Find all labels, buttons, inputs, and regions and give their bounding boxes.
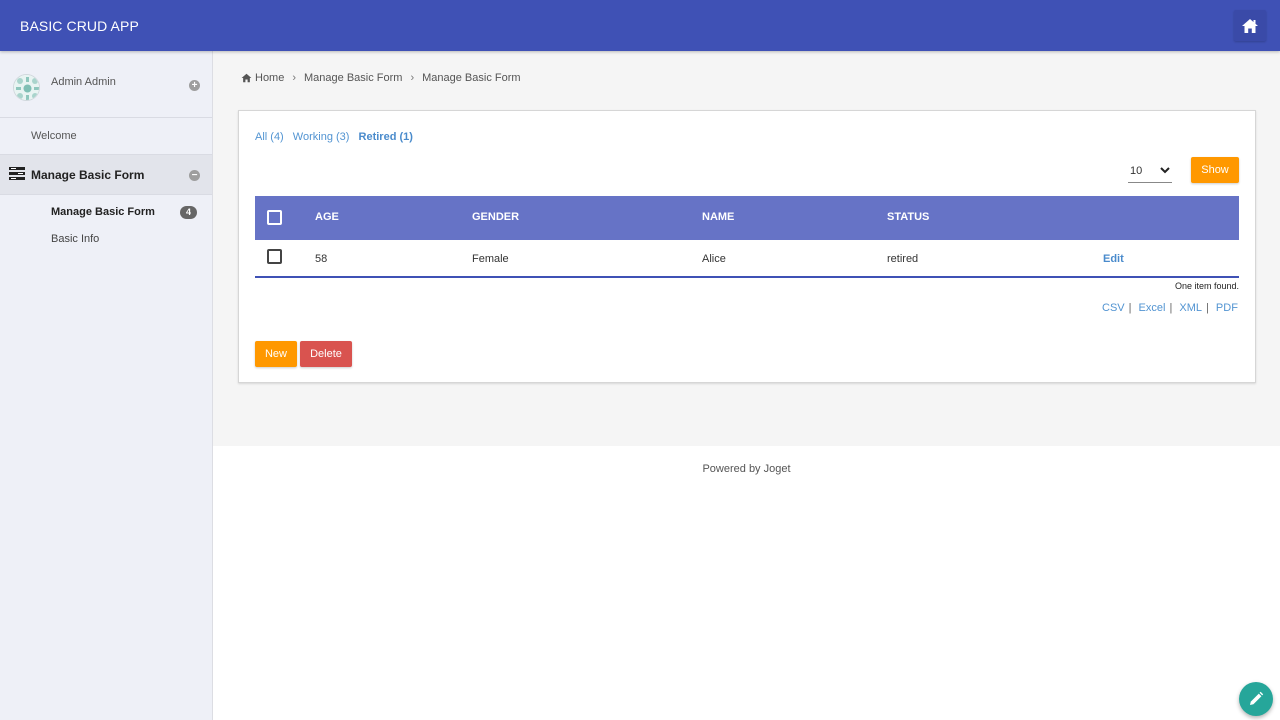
expand-user-icon[interactable]: + <box>189 80 200 91</box>
edit-fab-button[interactable] <box>1239 682 1273 716</box>
cell-age: 58 <box>315 253 328 265</box>
table-row: 58 Female Alice retired Edit <box>255 240 1239 278</box>
home-icon <box>1242 18 1258 33</box>
list-panel: All (4) Working (3) Retired (1) 10 Show … <box>238 110 1256 383</box>
filter-working[interactable]: Working (3) <box>293 131 350 143</box>
user-name[interactable]: Admin Admin <box>51 76 116 88</box>
avatar[interactable] <box>13 74 40 101</box>
sidebar-item-welcome[interactable]: Welcome <box>0 118 212 155</box>
home-button[interactable] <box>1234 10 1266 41</box>
sidebar: Admin Admin + Welcome Manage Basic Form … <box>0 51 213 720</box>
export-xml[interactable]: XML <box>1179 302 1202 314</box>
filter-all[interactable]: All (4) <box>255 131 284 143</box>
select-all-checkbox[interactable] <box>267 210 282 225</box>
export-links: CSV | Excel | XML | PDF <box>1102 302 1238 314</box>
export-excel[interactable]: Excel <box>1139 302 1166 314</box>
sidebar-item-basic-info[interactable]: Basic Info <box>51 233 99 245</box>
chevron-down-icon <box>1160 167 1170 174</box>
show-button[interactable]: Show <box>1191 157 1239 183</box>
result-count: One item found. <box>1175 281 1240 291</box>
app-title[interactable]: BASIC CRUD APP <box>20 18 139 34</box>
new-button[interactable]: New <box>255 341 297 367</box>
edit-link[interactable]: Edit <box>1103 253 1124 265</box>
breadcrumb: Home › Manage Basic Form › Manage Basic … <box>241 72 521 84</box>
column-header-status[interactable]: STATUS <box>887 211 929 223</box>
filter-tabs: All (4) Working (3) Retired (1) <box>255 131 419 143</box>
count-badge: 4 <box>180 206 197 219</box>
cell-status: retired <box>887 253 919 265</box>
column-header-age[interactable]: AGE <box>315 211 339 223</box>
export-pdf[interactable]: PDF <box>1216 302 1238 314</box>
column-header-gender[interactable]: GENDER <box>472 211 519 223</box>
page-size-value: 10 <box>1130 164 1143 177</box>
user-panel: Admin Admin + <box>0 51 212 118</box>
row-checkbox[interactable] <box>267 249 282 264</box>
cell-name: Alice <box>702 253 726 265</box>
breadcrumb-home[interactable]: Home <box>255 72 284 84</box>
top-bar: BASIC CRUD APP <box>0 0 1280 51</box>
pencil-icon <box>1250 691 1264 705</box>
avatar-pattern-icon <box>14 75 39 100</box>
table-header: AGE GENDER NAME STATUS <box>255 196 1239 240</box>
filter-retired[interactable]: Retired (1) <box>359 131 413 143</box>
sidebar-item-manage-basic-form[interactable]: Manage Basic Form <box>51 206 155 218</box>
footer-text: Powered by Joget <box>702 463 791 475</box>
cell-gender: Female <box>472 253 509 265</box>
sidebar-item-label: Welcome <box>31 130 77 142</box>
chevron-right-icon: › <box>292 72 297 84</box>
menu-list-icon <box>9 167 25 180</box>
column-header-name[interactable]: NAME <box>702 211 734 223</box>
main-content: Home › Manage Basic Form › Manage Basic … <box>213 51 1280 446</box>
home-icon <box>241 73 252 83</box>
chevron-right-icon: › <box>410 72 415 84</box>
sidebar-category-manage-basic-form[interactable]: Manage Basic Form − <box>0 155 212 195</box>
collapse-category-icon[interactable]: − <box>189 170 200 181</box>
export-csv[interactable]: CSV <box>1102 302 1125 314</box>
sidebar-category-label: Manage Basic Form <box>31 168 145 182</box>
breadcrumb-item[interactable]: Manage Basic Form <box>304 72 402 84</box>
delete-button[interactable]: Delete <box>300 341 352 367</box>
page-size-select[interactable]: 10 <box>1128 159 1172 183</box>
breadcrumb-current: Manage Basic Form <box>422 72 521 84</box>
